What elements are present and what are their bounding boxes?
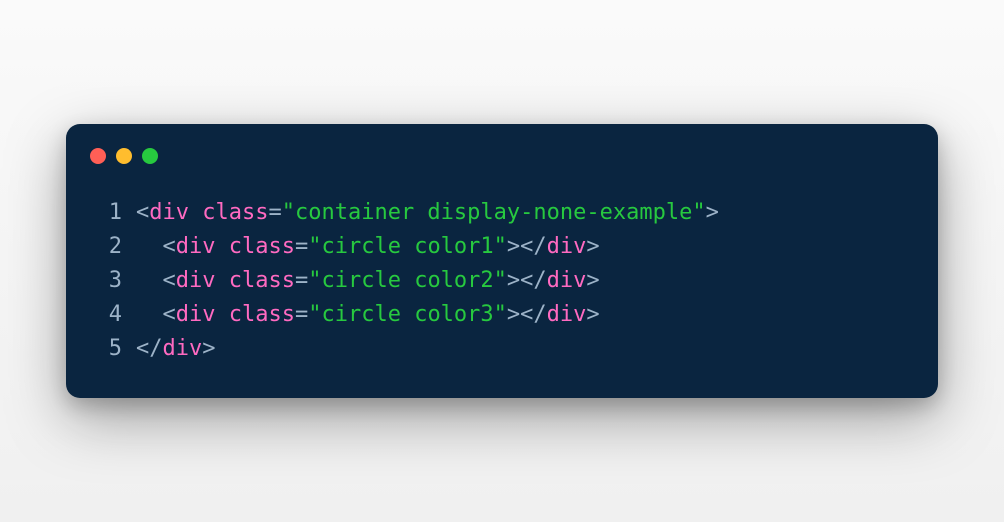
- token-attr: class: [202, 200, 268, 225]
- token-tag: div: [149, 200, 189, 225]
- token-punct: [216, 268, 229, 293]
- token-str: "container display-none-example": [282, 200, 706, 225]
- code-line: 1 <div class="container display-none-exam…: [94, 196, 910, 230]
- token-punct: </: [136, 336, 163, 361]
- token-punct: >: [586, 302, 599, 327]
- code-content: <div class="circle color1"></div>: [136, 230, 600, 264]
- code-editor: 1<div class="container display-none-exam…: [66, 188, 938, 366]
- line-number: 4: [94, 298, 122, 332]
- token-tag: div: [176, 234, 216, 259]
- token-punct: <: [163, 268, 176, 293]
- token-punct: >: [706, 200, 719, 225]
- token-punct: <: [163, 302, 176, 327]
- code-line: 4 <div class="circle color3"></div>: [94, 298, 910, 332]
- token-str: "circle color3": [308, 302, 507, 327]
- maximize-icon[interactable]: [142, 148, 158, 164]
- close-icon[interactable]: [90, 148, 106, 164]
- token-punct: [216, 302, 229, 327]
- token-attr: class: [229, 268, 295, 293]
- token-punct: <: [136, 200, 149, 225]
- line-number: 2: [94, 230, 122, 264]
- code-content: <div class="circle color3"></div>: [136, 298, 600, 332]
- token-punct: ></: [507, 302, 547, 327]
- token-punct: <: [163, 234, 176, 259]
- token-eq: =: [295, 234, 308, 259]
- code-content: </div>: [136, 332, 216, 366]
- token-punct: >: [586, 234, 599, 259]
- token-tag: div: [163, 336, 203, 361]
- token-punct: >: [586, 268, 599, 293]
- token-tag: div: [547, 234, 587, 259]
- token-punct: [189, 200, 202, 225]
- token-punct: >: [202, 336, 215, 361]
- token-eq: =: [295, 268, 308, 293]
- token-tag: div: [547, 302, 587, 327]
- token-attr: class: [229, 302, 295, 327]
- code-content: <div class="container display-none-examp…: [136, 196, 719, 230]
- token-punct: [216, 234, 229, 259]
- token-punct: ></: [507, 268, 547, 293]
- token-tag: div: [547, 268, 587, 293]
- token-tag: div: [176, 302, 216, 327]
- token-tag: div: [176, 268, 216, 293]
- token-eq: =: [295, 302, 308, 327]
- token-str: "circle color1": [308, 234, 507, 259]
- token-punct: ></: [507, 234, 547, 259]
- token-eq: =: [268, 200, 281, 225]
- code-line: 5 </div>: [94, 332, 910, 366]
- token-attr: class: [229, 234, 295, 259]
- code-line: 2 <div class="circle color1"></div>: [94, 230, 910, 264]
- code-window: 1<div class="container display-none-exam…: [66, 124, 938, 398]
- line-number: 1: [94, 196, 122, 230]
- line-number: 5: [94, 332, 122, 366]
- window-titlebar: [66, 148, 938, 188]
- code-content: <div class="circle color2"></div>: [136, 264, 600, 298]
- minimize-icon[interactable]: [116, 148, 132, 164]
- token-str: "circle color2": [308, 268, 507, 293]
- code-line: 3 <div class="circle color2"></div>: [94, 264, 910, 298]
- line-number: 3: [94, 264, 122, 298]
